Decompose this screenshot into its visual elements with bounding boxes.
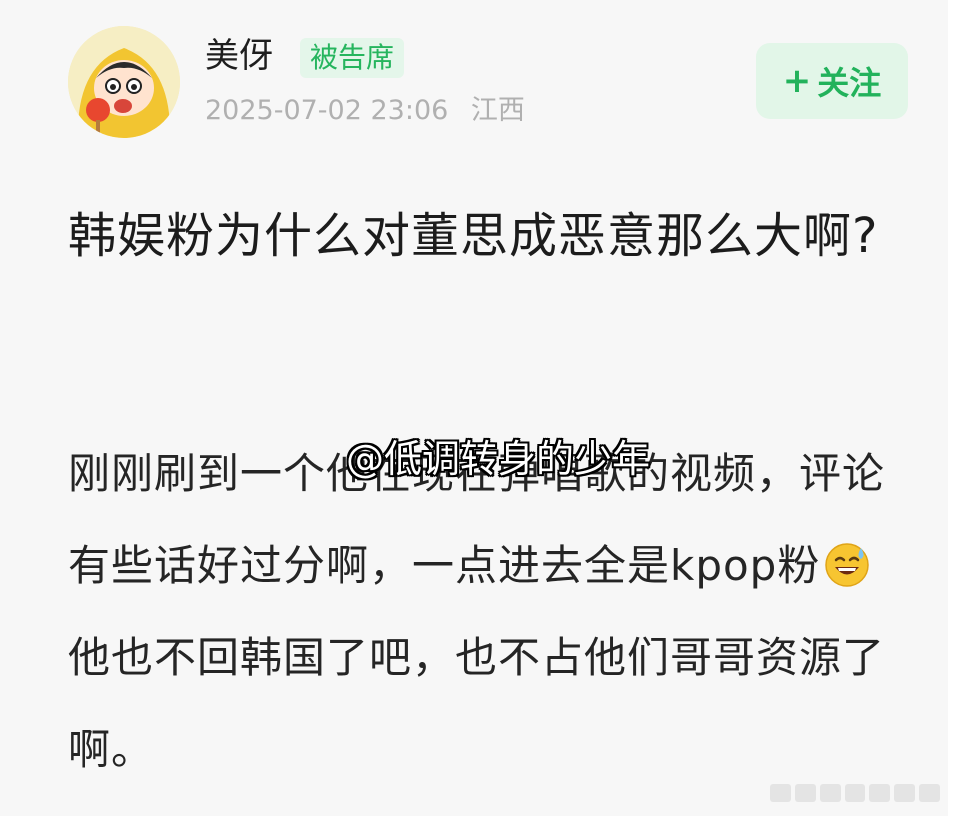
post-meta: 2025-07-02 23:06 江西 xyxy=(205,93,525,129)
plus-icon: + xyxy=(782,61,812,101)
post-body-text-part2: 他也不回韩国了吧，也不占他们哥哥资源了啊。 xyxy=(68,633,886,774)
post-card: 美伢 被告席 2025-07-02 23:06 江西 + 关注 韩娱粉为什么对董… xyxy=(0,0,974,816)
corner-logo-mark xyxy=(770,784,941,802)
right-edge-margin xyxy=(948,0,974,816)
post-timestamp: 2025-07-02 23:06 xyxy=(205,95,449,126)
author-badge[interactable]: 被告席 xyxy=(300,38,405,78)
post-location: 江西 xyxy=(470,95,525,126)
sweat-smile-emoji-icon xyxy=(824,528,870,587)
post-title: 韩娱粉为什么对董思成恶意那么大啊? xyxy=(68,208,879,264)
follow-button[interactable]: + 关注 xyxy=(756,43,908,119)
author-name[interactable]: 美伢 xyxy=(205,34,273,78)
cartoon-avatar-icon[interactable] xyxy=(68,26,180,138)
watermark-text: @低调转身的少年 xyxy=(346,437,651,481)
follow-button-label: 关注 xyxy=(817,64,882,102)
